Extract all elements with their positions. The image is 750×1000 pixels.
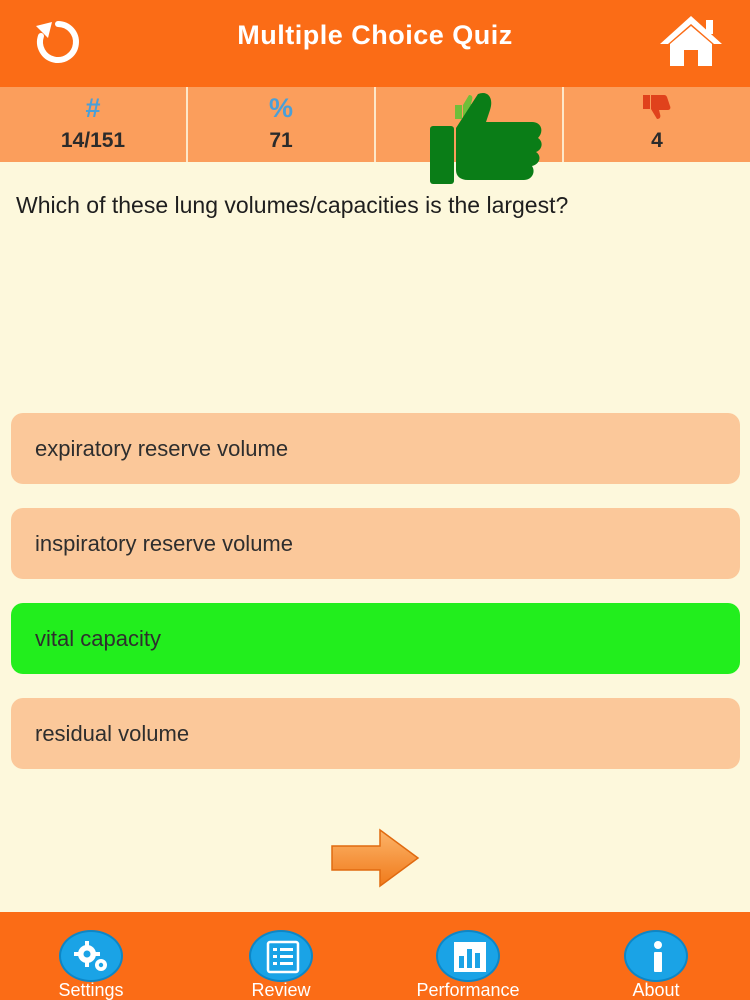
answer-list: expiratory reserve volume inspiratory re… [11, 413, 740, 793]
tab-performance[interactable]: Performance [398, 912, 538, 1000]
gears-icon [59, 930, 123, 982]
thumbs-down-icon [643, 95, 671, 119]
question-text: Which of these lung volumes/capacities i… [16, 192, 569, 218]
tab-about-label: About [632, 980, 680, 1000]
page-title: Multiple Choice Quiz [237, 20, 513, 50]
percent-stat: % 71 [188, 87, 376, 162]
top-bar: Multiple Choice Quiz [0, 0, 750, 87]
answer-option-3[interactable]: vital capacity [11, 603, 740, 674]
tab-performance-label: Performance [416, 980, 520, 1000]
review-list-icon [249, 930, 313, 982]
tab-about[interactable]: About [586, 912, 726, 1000]
question-count-stat: # 14/151 [0, 87, 188, 162]
tab-settings-label: Settings [58, 980, 124, 1000]
percent-value: 71 [269, 129, 293, 152]
bar-chart-icon [436, 930, 500, 982]
question-count-value: 14/151 [60, 129, 126, 152]
bottom-tab-bar: Settings Review Performance About [0, 912, 750, 1000]
info-icon [624, 930, 688, 982]
thumbs-up-icon [430, 92, 542, 184]
wrong-count-stat: 4 [564, 87, 750, 162]
answer-option-1[interactable]: expiratory reserve volume [11, 413, 740, 484]
hash-icon: # [85, 93, 101, 123]
answer-option-2[interactable]: inspiratory reserve volume [11, 508, 740, 579]
answer-option-4[interactable]: residual volume [11, 698, 740, 769]
tab-review[interactable]: Review [211, 912, 351, 1000]
next-arrow-icon[interactable] [330, 828, 420, 888]
tab-review-label: Review [251, 980, 311, 1000]
wrong-count-value: 4 [651, 129, 663, 152]
percent-icon: % [268, 93, 293, 123]
tab-settings[interactable]: Settings [21, 912, 161, 1000]
home-icon[interactable] [658, 12, 724, 70]
score-bar: # 14/151 % 71 4 [0, 87, 750, 162]
